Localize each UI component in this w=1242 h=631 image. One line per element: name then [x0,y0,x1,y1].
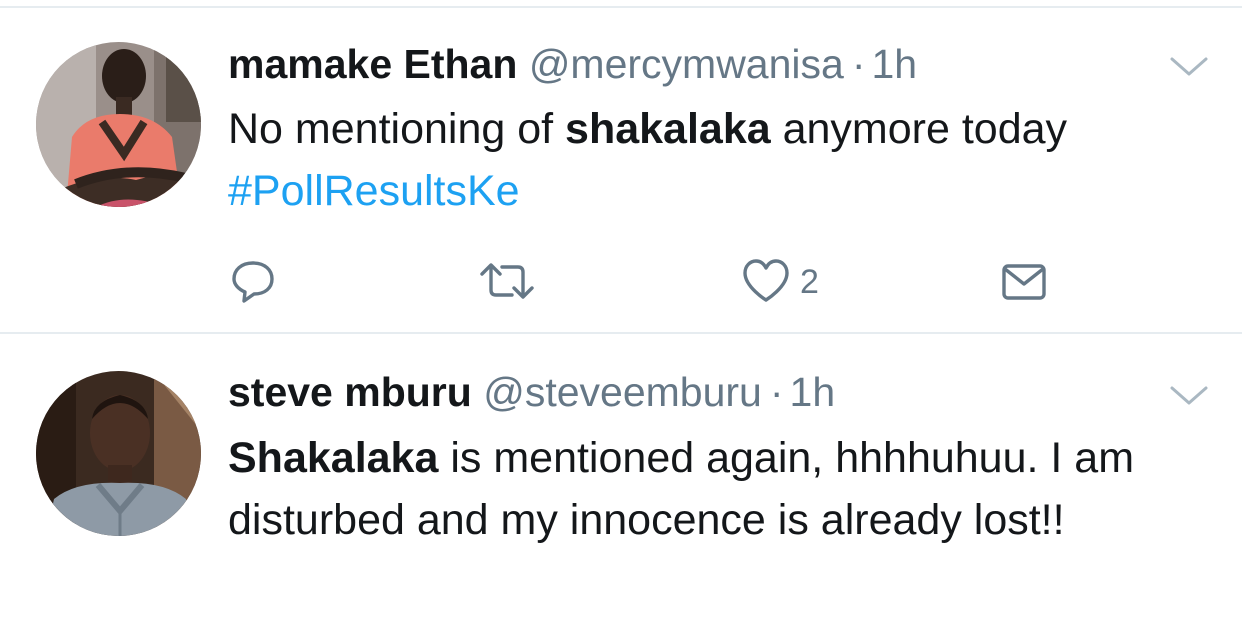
avatar[interactable] [36,371,201,536]
separator: · [851,41,866,87]
tweet-card[interactable]: steve mburu @steveemburu · 1h Shakalaka is… [0,335,1242,631]
tweet-text-bold: Shakalaka [228,434,439,482]
author-handle[interactable]: @mercymwanisa [529,41,844,87]
tweet-text-bold: shakalaka [565,105,771,153]
tweet-text: No mentioning of shakalaka anymore today… [228,98,1218,222]
heart-icon [743,259,789,302]
tweet-text-part: No mentioning of [228,105,566,153]
hashtag-link[interactable]: #PollResultsKe [228,167,520,215]
envelope-icon [1002,264,1046,300]
avatar[interactable] [36,42,201,207]
tweet-header: steve mburu @steveemburu · 1h [228,367,835,417]
retweet-button[interactable] [478,258,536,306]
tweet-text: Shakalaka is mentioned again, hhhhuhuu. … [228,427,1218,551]
tweet-divider [0,332,1242,334]
tweet-header: mamake Ethan @mercymwanisa · 1h [228,39,917,89]
reply-icon [232,261,274,303]
timestamp[interactable]: 1h [871,41,917,87]
tweet-card[interactable]: mamake Ethan @mercymwanisa · 1h No mention… [0,8,1242,333]
tweet-menu-button[interactable] [1168,383,1210,409]
like-button[interactable]: 2 [742,258,832,306]
avatar-man-image [36,371,201,536]
reply-button[interactable] [230,258,276,306]
avatar-woman-image [36,42,201,207]
separator: · [769,369,784,415]
like-count: 2 [800,263,819,301]
chevron-down-icon [1170,386,1208,405]
tweet-text-part: anymore today [770,105,1068,153]
retweet-icon [480,263,534,299]
direct-message-button[interactable] [1000,258,1048,306]
author-handle[interactable]: @steveemburu [483,369,762,415]
tweet-menu-button[interactable] [1168,54,1210,80]
author-name[interactable]: steve mburu [228,369,472,415]
timestamp[interactable]: 1h [790,369,836,415]
chevron-down-icon [1170,57,1208,76]
author-name[interactable]: mamake Ethan [228,41,517,87]
